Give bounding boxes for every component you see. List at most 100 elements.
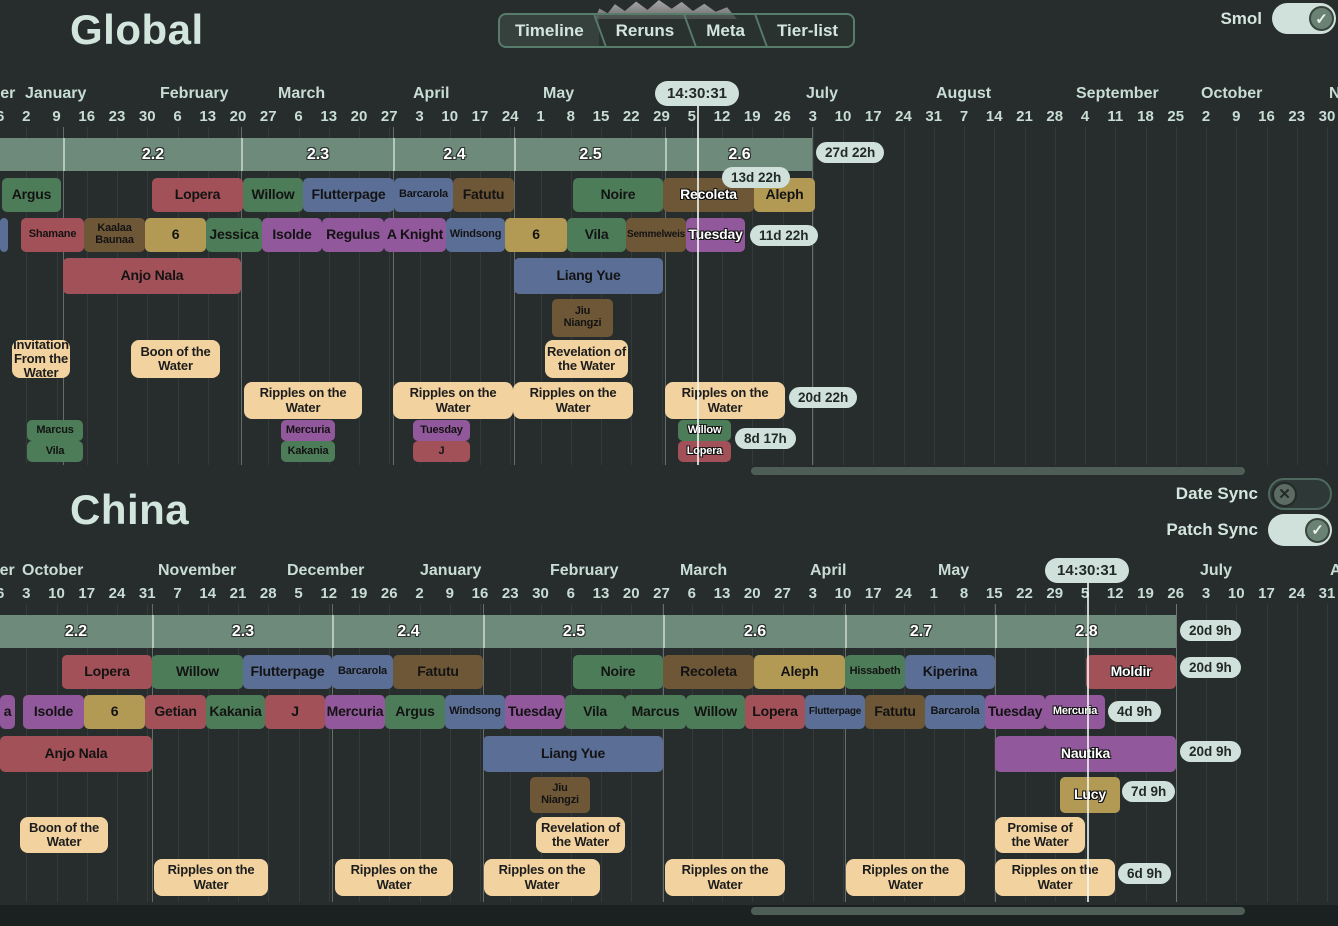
banner-jessica[interactable]: Jessica [206, 218, 262, 252]
banner-fatutu[interactable]: Fatutu [393, 655, 483, 689]
banner-windsong[interactable]: Windsong [445, 695, 505, 729]
date-sync-toggle[interactable]: ✕ [1268, 478, 1332, 510]
banner-tuesday[interactable]: Tuesday [413, 420, 470, 441]
event-ripples-on-the[interactable]: Ripples on the Water [513, 382, 633, 419]
banner-marcus[interactable]: Marcus [625, 695, 686, 729]
event-ripples-on-the[interactable]: Ripples on the Water [154, 859, 268, 896]
banner-nautika[interactable]: Nautika [995, 736, 1176, 772]
banner-kakania[interactable]: Kakania [206, 695, 265, 729]
banner-6[interactable]: 6 [145, 218, 206, 252]
event-ripples-on-the[interactable]: Ripples on the Water [244, 382, 362, 419]
event-ripples-on-the[interactable]: Ripples on the Water [665, 859, 785, 896]
event-revelation-of[interactable]: Revelation of the Water [545, 340, 628, 378]
banner-lopera[interactable]: Lopera [62, 655, 152, 689]
banner-tuesday[interactable]: Tuesday [686, 218, 745, 252]
banner-noire[interactable]: Noire [573, 655, 663, 689]
banner-jiu[interactable]: Jiu Niangzi [530, 777, 590, 813]
version-segment[interactable]: 2.6 [663, 615, 845, 648]
banner-isolde[interactable]: Isolde [262, 218, 322, 252]
banner-lopera[interactable]: Lopera [745, 695, 805, 729]
banner-willow[interactable]: Willow [152, 655, 243, 689]
banner-mercuria[interactable]: Mercuria [325, 695, 385, 729]
banner-a[interactable]: a [0, 695, 15, 729]
banner-willow[interactable]: Willow [686, 695, 745, 729]
horizontal-scrollbar[interactable] [751, 467, 1245, 475]
banner-liang-yue[interactable]: Liang Yue [514, 258, 663, 294]
event-ripples-on-the[interactable]: Ripples on the Water [335, 859, 453, 896]
banner-argus[interactable]: Argus [385, 695, 445, 729]
banner-kaalaa[interactable]: Kaalaa Baunaa [84, 218, 145, 252]
event-boon-of-the[interactable]: Boon of the Water [131, 340, 220, 378]
tab-tier-list[interactable]: Tier-list [762, 15, 853, 46]
event-ripples-on-the[interactable]: Ripples on the Water [393, 382, 513, 419]
banner-flutterpage[interactable]: Flutterpage [243, 655, 332, 689]
banner-windsong[interactable]: Windsong [446, 218, 505, 252]
version-segment[interactable]: 2.4 [332, 615, 483, 648]
banner-barcarola[interactable]: Barcarola [332, 655, 393, 689]
event-revelation-of[interactable]: Revelation of the Water [536, 817, 625, 853]
version-segment[interactable]: 2.3 [241, 138, 393, 171]
event-ripples-on-the[interactable]: Ripples on the Water [846, 859, 965, 896]
banner-flutterpage[interactable]: Flutterpage [303, 178, 394, 212]
banner-barcarola[interactable]: Barcarola [925, 695, 985, 729]
banner-willow[interactable]: Willow [678, 420, 731, 441]
version-segment[interactable]: 2.2 [0, 615, 152, 648]
banner-marcus[interactable]: Marcus [27, 420, 83, 441]
banner-item[interactable] [0, 218, 8, 252]
banner-kiperina[interactable]: Kiperina [905, 655, 995, 689]
version-segment[interactable]: 2.4 [393, 138, 514, 171]
banner-fatutu[interactable]: Fatutu [453, 178, 514, 212]
banner-argus[interactable]: Argus [2, 178, 61, 212]
tab-reruns[interactable]: Reruns [601, 15, 690, 46]
banner-shamane[interactable]: Shamane [21, 218, 84, 252]
banner-vila[interactable]: Vila [565, 695, 625, 729]
banner-vila[interactable]: Vila [567, 218, 626, 252]
banner-lopera[interactable]: Lopera [152, 178, 243, 212]
banner-noire[interactable]: Noire [573, 178, 663, 212]
event-ripples-on-the[interactable]: Ripples on the Water [484, 859, 600, 896]
version-segment[interactable]: 2.7 [845, 615, 995, 648]
banner-getian[interactable]: Getian [145, 695, 206, 729]
banner-recoleta[interactable]: Recoleta [663, 655, 754, 689]
version-segment[interactable]: 2.3 [152, 615, 332, 648]
patch-sync-toggle[interactable]: ✓ [1268, 514, 1332, 546]
banner-semmelweis[interactable]: Semmelweis [626, 218, 686, 252]
banner-fatutu[interactable]: Fatutu [865, 695, 925, 729]
banner-j[interactable]: J [413, 441, 470, 462]
banner-6[interactable]: 6 [505, 218, 567, 252]
banner-kakania[interactable]: Kakania [281, 441, 335, 462]
banner-hissabeth[interactable]: Hissabeth [845, 655, 905, 689]
tab-timeline[interactable]: Timeline [500, 15, 599, 46]
banner-tuesday[interactable]: Tuesday [985, 695, 1045, 729]
event-promise-of[interactable]: Promise of the Water [995, 817, 1085, 853]
event-boon-of-the[interactable]: Boon of the Water [20, 817, 108, 853]
event-ripples-on-the[interactable]: Ripples on the Water [665, 382, 785, 419]
version-segment[interactable]: 2.2 [63, 138, 241, 171]
banner-j[interactable]: J [265, 695, 325, 729]
version-segment[interactable]: 2.5 [514, 138, 665, 171]
banner-tuesday[interactable]: Tuesday [505, 695, 565, 729]
banner-aleph[interactable]: Aleph [754, 655, 845, 689]
banner-liang-yue[interactable]: Liang Yue [483, 736, 663, 772]
banner-lucy[interactable]: Lucy [1060, 777, 1120, 813]
version-segment[interactable]: 2.5 [483, 615, 663, 648]
banner-jiu[interactable]: Jiu Niangzi [552, 299, 613, 337]
banner-lopera[interactable]: Lopera [678, 441, 731, 462]
tab-meta[interactable]: Meta [691, 15, 760, 46]
banner-a-knight[interactable]: A Knight [384, 218, 446, 252]
banner-barcarola[interactable]: Barcarola [394, 178, 453, 212]
event-invitation[interactable]: Invitation From the Water [12, 340, 70, 378]
banner-regulus[interactable]: Regulus [322, 218, 384, 252]
banner-mercuria[interactable]: Mercuria [1045, 695, 1105, 729]
banner-willow[interactable]: Willow [243, 178, 303, 212]
banner-anjo-nala[interactable]: Anjo Nala [0, 736, 152, 772]
banner-flutterpage[interactable]: Flutterpage [805, 695, 865, 729]
banner-vila[interactable]: Vila [27, 441, 83, 462]
banner-anjo-nala[interactable]: Anjo Nala [63, 258, 241, 294]
version-segment[interactable] [0, 138, 63, 171]
banner-mercuria[interactable]: Mercuria [281, 420, 335, 441]
banner-6[interactable]: 6 [84, 695, 145, 729]
horizontal-scrollbar[interactable] [751, 907, 1245, 915]
banner-isolde[interactable]: Isolde [23, 695, 84, 729]
event-ripples-on-the[interactable]: Ripples on the Water [995, 859, 1115, 896]
